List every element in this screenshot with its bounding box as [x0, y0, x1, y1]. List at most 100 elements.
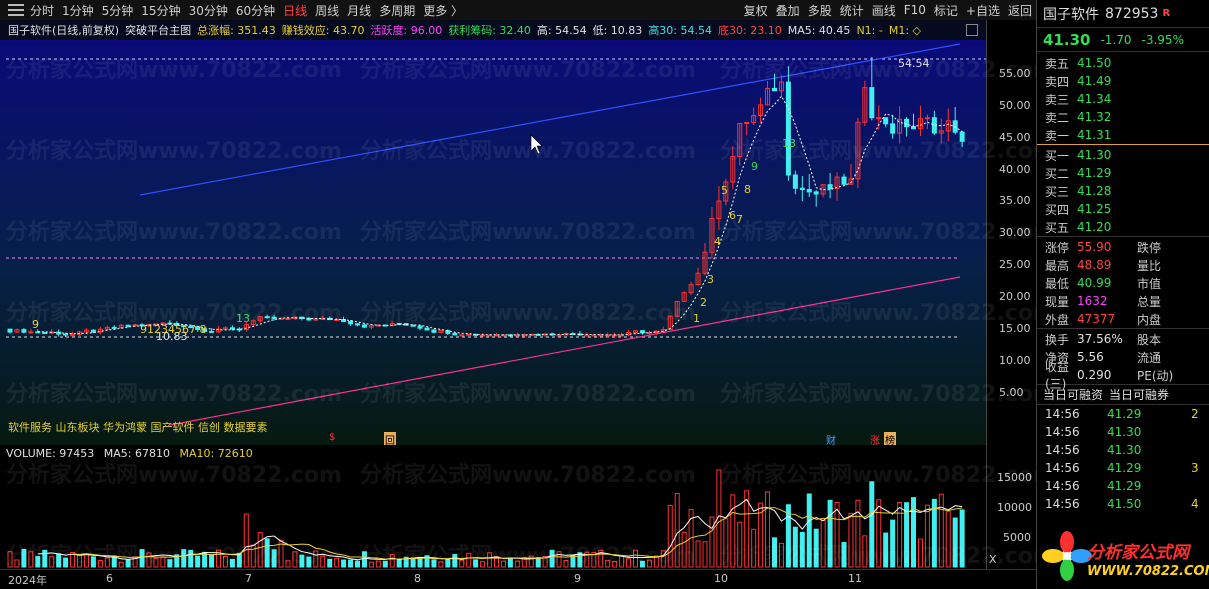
x-label-jul: 7	[245, 572, 252, 585]
add-watchlist-button[interactable]: +自选	[966, 2, 1000, 19]
seq-count-9: 9	[751, 160, 758, 173]
tick-row: 14:56 41.30	[1037, 441, 1209, 459]
period-tab-60min[interactable]: 60分钟	[236, 2, 275, 19]
period-tab-5min[interactable]: 5分钟	[102, 2, 134, 19]
vol-axis-10000: 10000	[997, 501, 1032, 514]
period-tab-30min[interactable]: 30分钟	[189, 2, 228, 19]
tab-margin-short[interactable]: 当日可融券	[1109, 386, 1169, 403]
volume-bar	[452, 554, 458, 568]
candle-body	[806, 189, 812, 193]
volume-bar	[862, 535, 868, 568]
price-axis-label: 50.00	[999, 98, 1031, 112]
volume-bar	[612, 561, 618, 568]
candlestick-chart[interactable]: 54.54 10.83 9 91234567 8 13 1 2 3 4 5 6 …	[0, 40, 986, 447]
draw-button[interactable]: 画线	[872, 2, 896, 19]
candle-body	[799, 187, 805, 191]
candle-body	[466, 333, 472, 336]
x-label-oct: 10	[714, 572, 728, 585]
volume-bar	[480, 561, 486, 568]
volume-bar	[702, 541, 708, 568]
formula-name[interactable]: 突破平台主图	[125, 22, 191, 38]
period-tab-weekly[interactable]: 周线	[315, 2, 339, 19]
price-axis-label: 5.00	[999, 385, 1024, 399]
marker-dollar[interactable]: $	[329, 432, 335, 443]
chart-settings-icon[interactable]	[966, 24, 978, 36]
stat-value: 1632	[1077, 294, 1108, 308]
candle-body	[452, 332, 458, 336]
candle-body	[229, 327, 235, 330]
tick-row: 14:56 41.29	[1037, 477, 1209, 495]
bid-label: 买五	[1045, 220, 1070, 235]
low-value: 低: 10.83	[592, 24, 643, 37]
candle-body	[890, 123, 896, 134]
period-tab-daily[interactable]: 日线	[283, 2, 307, 19]
volume-bar	[563, 559, 569, 568]
quote-row: 最高 48.89 量比	[1037, 256, 1209, 274]
volume-bar	[799, 531, 805, 568]
tick-price: 41.29	[1107, 407, 1142, 421]
quote-header: 国子软件 872953 R	[1037, 0, 1209, 28]
overlay-button[interactable]: 叠加	[776, 2, 800, 19]
candle-body	[792, 174, 798, 189]
volume-bar	[806, 493, 812, 568]
period-tab-monthly[interactable]: 月线	[347, 2, 371, 19]
tab-margin-financing[interactable]: 当日可融资	[1043, 386, 1103, 403]
stats-button[interactable]: 统计	[840, 2, 864, 19]
volume-bar	[897, 501, 903, 568]
ma5-value: MA5: 40.45	[787, 23, 851, 37]
mark-button[interactable]: 标记	[934, 2, 958, 19]
volume-bar	[487, 552, 493, 568]
volume-bar	[772, 537, 777, 568]
stat-label: 最高	[1045, 258, 1070, 273]
quote-row: 涨停 55.90 跌停	[1037, 238, 1209, 256]
volume-ma5-line	[37, 498, 963, 561]
volume-bar	[945, 511, 951, 568]
price-change: -1.70	[1100, 32, 1132, 47]
back-button[interactable]: 返回	[1008, 2, 1032, 19]
volume-bar	[222, 555, 228, 568]
menu-icon[interactable]	[8, 4, 24, 16]
quote-row: 最低 40.99 市值	[1037, 274, 1209, 292]
period-tab-intraday[interactable]: 分时	[30, 2, 54, 19]
volume-bar	[931, 498, 937, 568]
volume-bar	[188, 549, 194, 568]
period-tab-15min[interactable]: 15分钟	[141, 2, 180, 19]
bid-list: 买一 41.30 买二 41.29 买三 41.28 买四 41.25 买五 41.20	[1037, 145, 1209, 236]
quote-row: 换手 37.56% 股本	[1037, 330, 1209, 348]
high30-value: 高30: 54.54	[648, 24, 713, 37]
volume-bar	[167, 559, 173, 568]
f10-button[interactable]: F10	[904, 3, 926, 17]
price-axis-label: 30.00	[999, 226, 1031, 240]
volume-bar	[306, 556, 312, 568]
stat-label-2: PE(动)	[1137, 368, 1174, 383]
low30-value: 底30: 23.10	[718, 24, 782, 37]
concept-tags[interactable]: 软件服务 山东板块 华为鸿蒙 国产软件 信创 数据要素	[8, 419, 267, 435]
volume-bar	[667, 505, 673, 568]
period-tab-more[interactable]: 更多 〉	[423, 2, 463, 19]
period-tab-multi[interactable]: 多周期	[379, 2, 415, 19]
stats-list: 涨停 55.90 跌停 最高 48.89 量比 最低 40.99 市值 现量 1632 总量 外盘 473…	[1037, 237, 1209, 328]
ask-list: 卖五 41.50 卖四 41.49 卖三 41.34 卖二 41.32 卖一 41.31	[1037, 52, 1209, 144]
volume-bar	[834, 501, 840, 568]
volume-bar	[153, 558, 159, 568]
volume-bar	[952, 517, 958, 568]
quote-row: 买四 41.25	[1037, 200, 1209, 218]
volume-panel[interactable]: VOLUME: 97453 MA5: 67810 MA10: 72610	[0, 445, 986, 569]
candle-body	[90, 329, 96, 333]
seq-count-1: 1	[693, 312, 700, 325]
multi-stock-button[interactable]: 多股	[808, 2, 832, 19]
seq-count-6: 6	[729, 209, 736, 222]
adjust-button[interactable]: 复权	[744, 2, 768, 19]
quote-row: 买三 41.28	[1037, 182, 1209, 200]
stat-label-2: 跌停	[1137, 240, 1162, 255]
last-price: 41.30	[1043, 30, 1091, 49]
volume-bar	[730, 494, 736, 568]
candle-body	[813, 191, 819, 195]
candle-body	[431, 329, 437, 333]
period-tab-1min[interactable]: 1分钟	[62, 2, 94, 19]
candlestick-svg[interactable]: 54.54 10.83 9 91234567 8 13 1 2 3 4 5 6 …	[0, 40, 986, 445]
candle-body	[869, 87, 875, 119]
price-change-pct: -3.95%	[1141, 32, 1184, 47]
bid-price: 41.28	[1077, 184, 1112, 198]
volume-bar	[146, 552, 152, 568]
